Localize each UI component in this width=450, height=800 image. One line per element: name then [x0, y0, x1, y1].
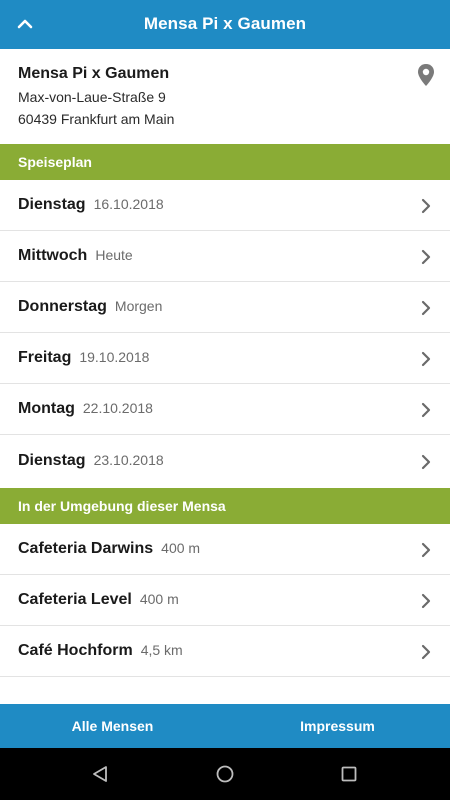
day-date: 22.10.2018 — [82, 400, 153, 416]
day-row[interactable]: Donnerstag Morgen — [0, 282, 450, 333]
bottom-action-bar: Alle Mensen Impressum — [0, 704, 450, 748]
place-name: Cafeteria Darwins — [18, 540, 154, 557]
chevron-right-icon — [420, 300, 432, 316]
day-date: 19.10.2018 — [79, 349, 150, 365]
day-name: Dienstag — [18, 452, 86, 469]
mensa-info-card: Mensa Pi x Gaumen Max-von-Laue-Straße 9 … — [0, 49, 450, 144]
day-row[interactable]: Montag 22.10.2018 — [0, 384, 450, 435]
system-nav-bar — [0, 748, 450, 800]
day-name: Mittwoch — [18, 247, 88, 264]
impressum-button[interactable]: Impressum — [225, 704, 450, 748]
day-row[interactable]: Mittwoch Heute — [0, 231, 450, 282]
section-header-nearby: In der Umgebung dieser Mensa — [0, 488, 450, 524]
place-name: Café Hochform — [18, 642, 133, 659]
nearby-row[interactable]: Café Hochform 4,5 km — [0, 626, 450, 677]
map-pin-icon[interactable] — [416, 63, 436, 87]
circle-home-icon[interactable] — [213, 762, 237, 786]
chevron-right-icon — [420, 402, 432, 418]
chevron-right-icon — [420, 249, 432, 265]
chevron-right-icon — [420, 542, 432, 558]
day-name: Montag — [18, 400, 75, 417]
page-title: Mensa Pi x Gaumen — [143, 14, 307, 33]
section-header-speiseplan: Speiseplan — [0, 144, 450, 180]
mensa-name: Mensa Pi x Gaumen — [18, 65, 170, 82]
app-bar: Mensa Pi x Gaumen — [0, 0, 450, 49]
chevron-right-icon — [420, 351, 432, 367]
day-date: 16.10.2018 — [93, 196, 164, 212]
place-distance: 4,5 km — [140, 642, 183, 658]
place-name: Cafeteria Level — [18, 591, 132, 608]
day-row[interactable]: Dienstag 16.10.2018 — [0, 180, 450, 231]
place-distance: 400 m — [161, 540, 201, 556]
chevron-right-icon — [420, 198, 432, 214]
day-date: 23.10.2018 — [93, 452, 164, 468]
square-recents-icon[interactable] — [337, 762, 361, 786]
day-name: Dienstag — [18, 196, 86, 213]
day-date: Heute — [95, 247, 133, 263]
place-distance: 400 m — [139, 591, 179, 607]
chevron-right-icon — [420, 593, 432, 609]
chevron-right-icon — [420, 454, 432, 470]
chevron-right-icon — [420, 644, 432, 660]
triangle-back-icon[interactable] — [88, 762, 112, 786]
day-row[interactable]: Freitag 19.10.2018 — [0, 333, 450, 384]
mensa-city: 60439 Frankfurt am Main — [18, 111, 175, 127]
day-name: Freitag — [18, 349, 72, 366]
mensa-street: Max-von-Laue-Straße 9 — [18, 89, 166, 105]
nearby-row[interactable]: Cafeteria Darwins 400 m — [0, 524, 450, 575]
day-name: Donnerstag — [18, 298, 107, 315]
nearby-row[interactable]: Cafeteria Level 400 m — [0, 575, 450, 626]
all-mensas-button[interactable]: Alle Mensen — [0, 704, 225, 748]
day-row[interactable]: Dienstag 23.10.2018 — [0, 435, 450, 488]
day-date: Morgen — [114, 298, 163, 314]
